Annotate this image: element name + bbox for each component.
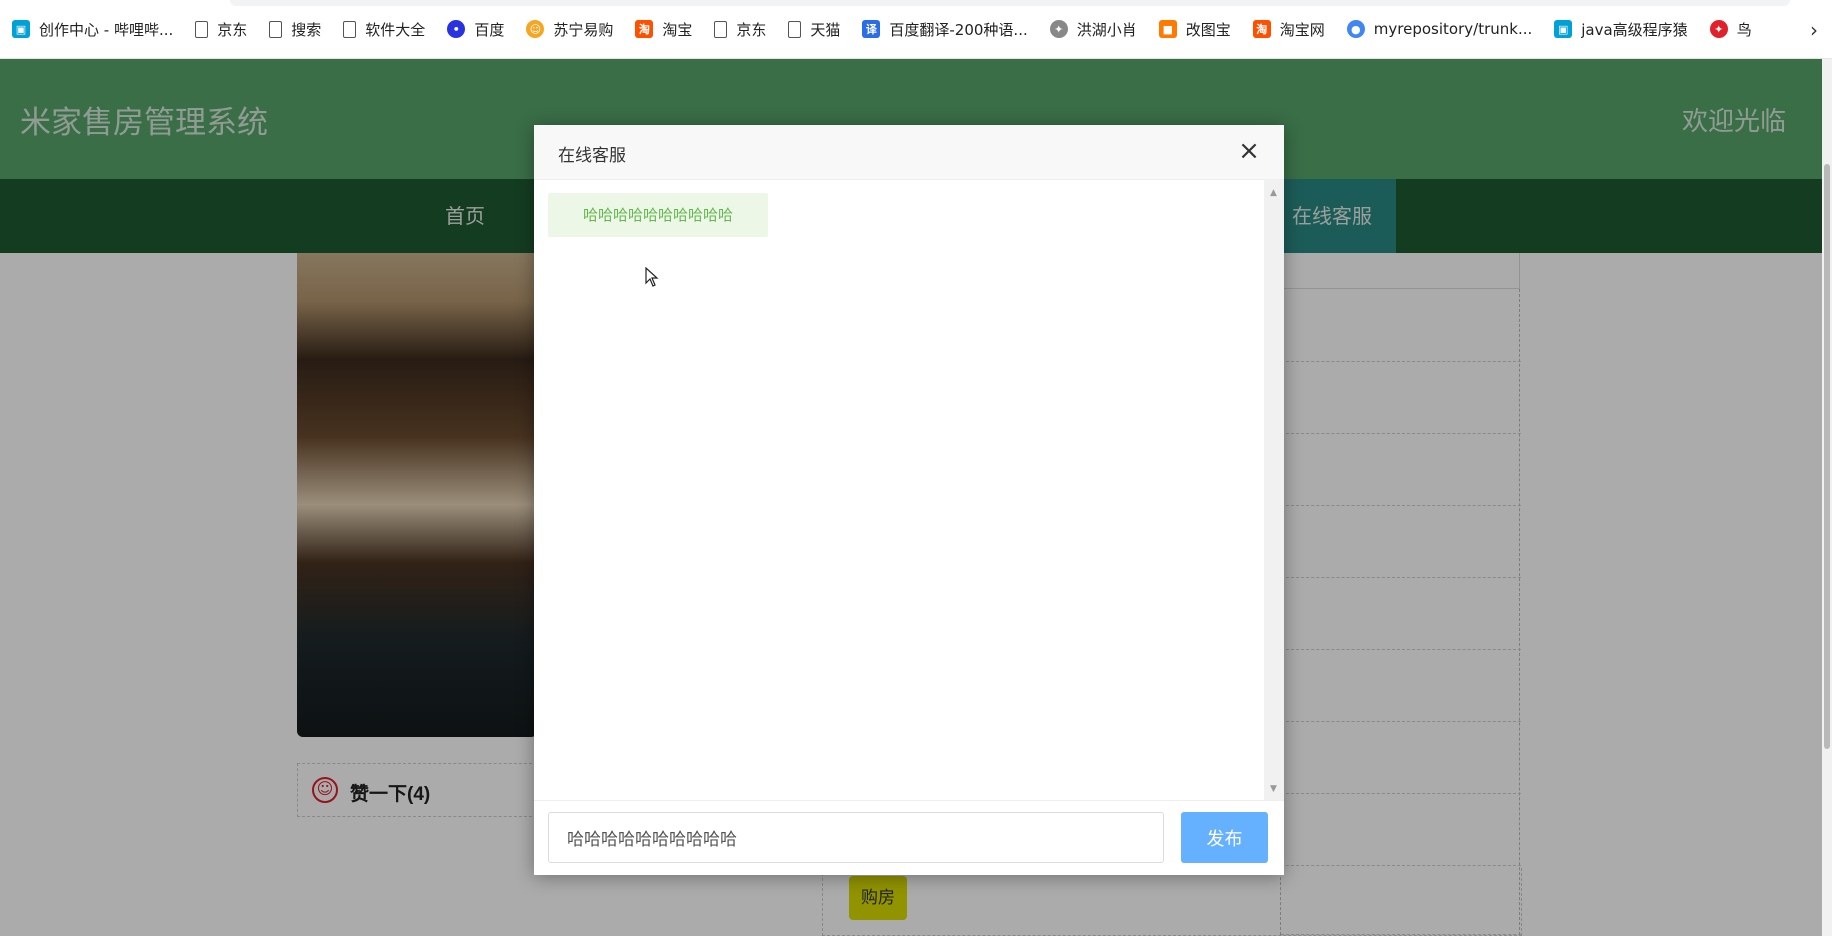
bookmark-item[interactable]: ● myrepository/trunk... [1346, 14, 1533, 44]
bird-icon: ✦ [1049, 20, 1068, 38]
bookmark-item[interactable]: ▣ 创作中心 - 哔哩哔... [12, 14, 173, 44]
suning-icon: ☺ [526, 20, 545, 38]
scroll-up-icon[interactable]: ▲ [1270, 188, 1277, 198]
dialog-header: 在线客服 × [534, 125, 1284, 180]
taobao-icon: 淘 [635, 20, 654, 38]
page-icon [343, 20, 357, 38]
bookmarks-bar: ▣ 创作中心 - 哔哩哔... 京东 搜索 软件大全 • 百度 ☺ 苏宁易购 淘淘宝 … [0, 0, 1832, 59]
bookmark-label: 百度 [474, 20, 505, 39]
bookmark-label: 京东 [217, 20, 248, 39]
browser-tab-strip-edge [230, 0, 1790, 6]
message-input[interactable] [548, 812, 1164, 863]
chat-message: 哈哈哈哈哈哈哈哈哈哈 [548, 193, 768, 237]
chat-scrollbar[interactable]: ▲ ▼ [1264, 180, 1284, 800]
bookmark-label: 京东 [736, 20, 767, 39]
gaitubao-icon: ■ [1158, 20, 1177, 38]
page-icon [714, 20, 728, 38]
scroll-down-icon[interactable]: ▼ [1270, 784, 1277, 794]
dialog-footer: 发布 [534, 800, 1284, 875]
bookmark-item[interactable]: ✦ 鸟 [1709, 14, 1752, 44]
bookmark-label: 淘宝网 [1279, 20, 1325, 39]
bookmark-label: 苏宁易购 [553, 20, 614, 39]
support-dialog: 在线客服 × 哈哈哈哈哈哈哈哈哈哈 ▲ ▼ 发布 [534, 125, 1284, 875]
bookmark-label: 鸟 [1736, 20, 1752, 39]
mouse-cursor-icon [645, 266, 659, 291]
dialog-title: 在线客服 [558, 146, 626, 166]
page-icon [269, 20, 283, 38]
bookmark-label: myrepository/trunk... [1373, 20, 1533, 38]
bookmark-item[interactable]: 搜索 [269, 14, 321, 44]
chat-messages: 哈哈哈哈哈哈哈哈哈哈 [534, 180, 1264, 800]
chevron-right-icon[interactable]: › [1810, 18, 1818, 42]
bookmark-item[interactable]: 淘淘宝 [635, 14, 692, 44]
bilibili-icon: ▣ [12, 20, 30, 38]
bookmark-item[interactable]: 淘淘宝网 [1252, 14, 1325, 44]
bookmark-item[interactable]: 软件大全 [343, 14, 425, 44]
bird-icon: ✦ [1709, 20, 1728, 38]
send-button[interactable]: 发布 [1181, 812, 1268, 863]
bookmark-item[interactable]: 天猫 [788, 14, 840, 44]
baidu-icon: • [447, 20, 466, 38]
bookmark-label: 创作中心 - 哔哩哔... [39, 20, 174, 39]
page-icon [788, 20, 802, 38]
bookmark-label: 搜索 [291, 20, 322, 39]
bookmark-item[interactable]: 译百度翻译-200种语... [862, 14, 1028, 44]
bookmark-label: java高级程序猿 [1581, 20, 1688, 39]
close-icon[interactable]: × [1236, 138, 1262, 164]
bookmark-label: 改图宝 [1185, 20, 1231, 39]
taobao-icon: 淘 [1252, 20, 1271, 38]
bookmark-label: 天猫 [810, 20, 841, 39]
bookmark-item[interactable]: 京东 [714, 14, 766, 44]
bilibili-icon: ▣ [1554, 20, 1573, 38]
scrollbar-thumb[interactable] [1824, 164, 1830, 749]
bookmark-label: 软件大全 [365, 20, 426, 39]
bookmark-item[interactable]: 京东 [195, 14, 247, 44]
bookmark-item[interactable]: ■ 改图宝 [1158, 14, 1231, 44]
bookmark-item[interactable]: ☺ 苏宁易购 [526, 14, 613, 44]
page-scrollbar[interactable] [1822, 59, 1832, 936]
bookmark-item[interactable]: ▣ java高级程序猿 [1554, 14, 1688, 44]
chrome-icon: ● [1346, 20, 1365, 38]
bookmark-item[interactable]: ✦ 洪湖小肖 [1049, 14, 1137, 44]
bookmark-item[interactable]: • 百度 [447, 14, 504, 44]
page-icon [195, 20, 209, 38]
bookmark-label: 百度翻译-200种语... [889, 20, 1028, 39]
bookmark-label: 淘宝 [662, 20, 693, 39]
translate-icon: 译 [862, 20, 881, 38]
bookmark-label: 洪湖小肖 [1076, 20, 1137, 39]
